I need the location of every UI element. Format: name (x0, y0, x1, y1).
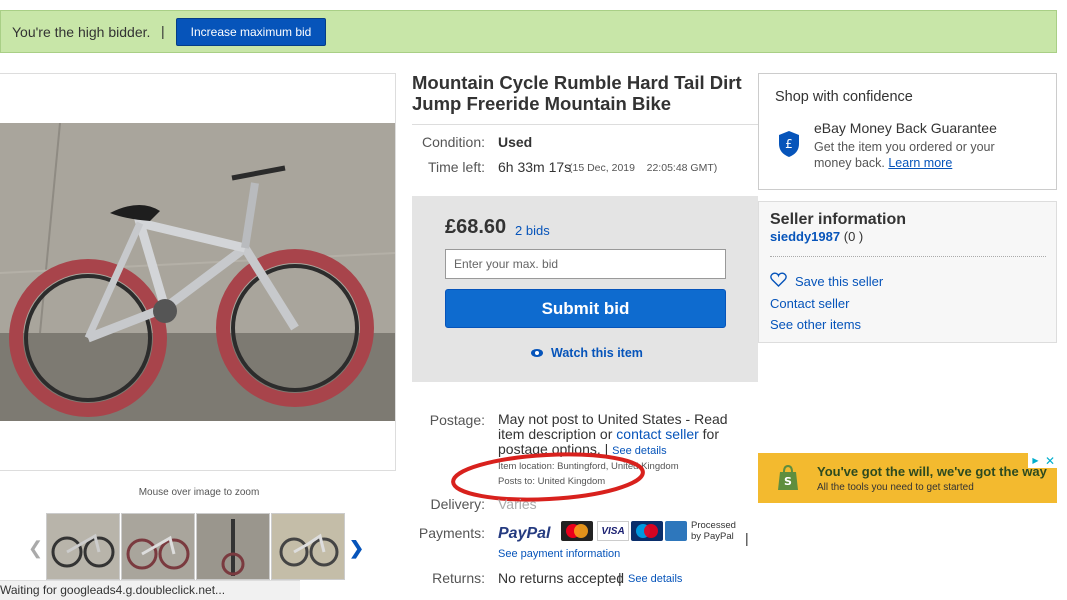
seller-divider (770, 256, 1046, 257)
maestro-icon (631, 521, 663, 541)
condition-label: Condition: (421, 134, 485, 150)
max-bid-input[interactable]: Enter your max. bid (445, 249, 726, 279)
shopify-bag-icon: S (776, 464, 800, 492)
confidence-heading: Shop with confidence (775, 89, 913, 105)
high-bidder-banner: You're the high bidder. | Increase maxim… (0, 10, 1057, 53)
delivery-value: Varies (498, 496, 537, 512)
returns-see-details-link[interactable]: See details (628, 573, 682, 585)
paypal-logo: PayPal (498, 525, 551, 542)
heart-icon (770, 272, 787, 290)
seller-id-line: sieddy1987 (0 ) (770, 229, 863, 244)
contact-seller-link[interactable]: Contact seller (770, 296, 849, 311)
delivery-label: Delivery: (430, 496, 485, 512)
svg-text:£: £ (785, 137, 793, 151)
time-left-end: (15 Dec, 2019 22:05:48 GMT) (569, 162, 718, 174)
mastercard-icon (561, 521, 593, 541)
ad-subline: All the tools you need to get started (817, 482, 974, 493)
shop-with-confidence-box: Shop with confidence £ eBay Money Back G… (758, 73, 1057, 190)
time-left-value: 6h 33m 17s (498, 159, 572, 175)
thumbnail-3[interactable] (196, 513, 270, 580)
ad-choices-icon[interactable]: ▶ (1028, 453, 1043, 468)
contact-seller-postage-link[interactable]: contact seller (616, 426, 698, 442)
seller-information-box: Seller information sieddy1987 (0 ) Save … (758, 201, 1057, 343)
red-annotation-ellipse (451, 452, 645, 502)
banner-separator: | (161, 23, 165, 39)
guarantee-text-wrap: Get the item you ordered or your money b… (814, 139, 1024, 171)
see-payment-info-link[interactable]: See payment information (498, 548, 620, 560)
watch-item-label: Watch this item (551, 346, 643, 360)
main-product-image[interactable] (0, 123, 395, 421)
item-title: Mountain Cycle Rumble Hard Tail Dirt Jum… (412, 72, 742, 114)
thumbnail-2[interactable] (121, 513, 195, 580)
current-price: £68.60 (445, 216, 507, 238)
thumbnail-1[interactable] (46, 513, 120, 580)
seller-username-link[interactable]: sieddy1987 (770, 229, 840, 244)
watch-item-link[interactable]: Watch this item (531, 346, 643, 360)
close-icon[interactable]: ✕ (1043, 453, 1057, 468)
svg-text:S: S (784, 475, 792, 488)
learn-more-link[interactable]: Learn more (888, 156, 952, 170)
see-other-items-link[interactable]: See other items (770, 317, 861, 332)
payments-separator: | (745, 530, 749, 546)
seller-heading: Seller information (770, 211, 907, 228)
returns-label: Returns: (432, 570, 485, 586)
chevron-left-icon[interactable]: ❮ (28, 538, 43, 559)
eye-icon (531, 346, 543, 360)
ad-headline: You've got the will, we've got the way (817, 464, 1047, 479)
returns-value: No returns accepted (498, 570, 625, 586)
postage-label: Postage: (429, 412, 485, 428)
advertisement-banner[interactable]: S You've got the will, we've got the way… (758, 453, 1057, 503)
seller-feedback-score: (0 ) (843, 229, 864, 244)
high-bidder-message: You're the high bidder. (12, 24, 151, 40)
visa-icon: VISA (597, 521, 629, 541)
processed-by-paypal: Processed by PayPal (691, 520, 736, 542)
thumbnail-4[interactable] (271, 513, 345, 580)
zoom-hint: Mouse over image to zoom (138, 487, 260, 498)
bid-history-link[interactable]: 2 bids (515, 223, 550, 238)
time-left-label: Time left: (427, 159, 485, 175)
increase-max-bid-button[interactable]: Increase maximum bid (176, 18, 326, 46)
browser-status-bar: Waiting for googleads4.g.doubleclick.net… (0, 580, 300, 600)
title-divider (412, 124, 764, 125)
save-seller-label: Save this seller (795, 273, 884, 289)
payments-label: Payments: (418, 525, 485, 541)
condition-value: Used (498, 134, 533, 150)
returns-separator: | (618, 570, 622, 586)
guarantee-title: eBay Money Back Guarantee (814, 120, 997, 136)
save-seller-link[interactable]: Save this seller (770, 272, 883, 290)
submit-bid-button[interactable]: Submit bid (445, 289, 726, 328)
amex-icon (665, 521, 687, 541)
pound-shield-icon: £ (777, 130, 801, 158)
chevron-right-icon[interactable]: ❯ (349, 538, 364, 559)
